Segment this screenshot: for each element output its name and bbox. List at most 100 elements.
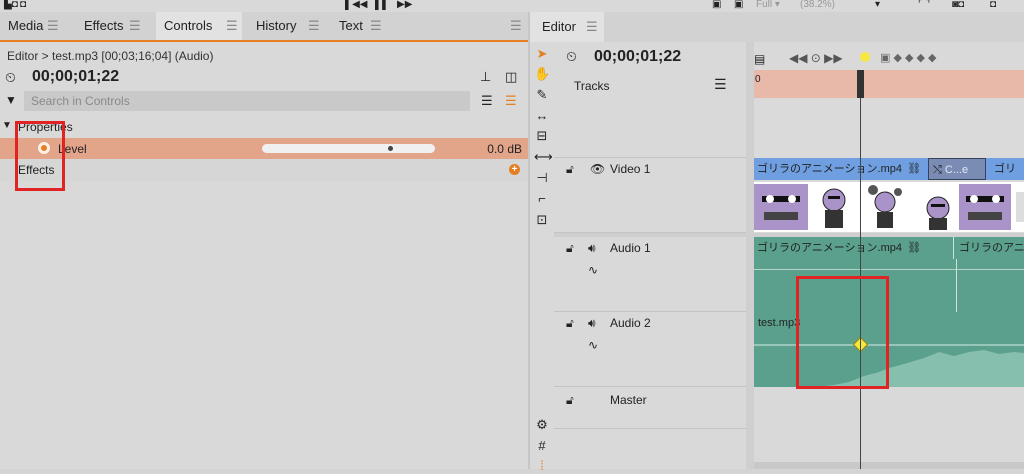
add-effect-icon[interactable]: + — [509, 164, 520, 175]
tab-media[interactable]: Media ☰ — [0, 12, 72, 40]
copy-icon[interactable]: ◙◘ — [952, 0, 964, 10]
empty-track-header — [554, 100, 746, 158]
ripple-tool-icon[interactable]: ↔ — [534, 108, 550, 124]
pin-icon[interactable]: ⊥ — [480, 69, 491, 85]
marker-controls-icons[interactable]: ▣ ◆ ◆ ◆ ◆ — [880, 51, 936, 64]
link-icon[interactable]: ⛓ — [907, 163, 921, 175]
export-icon[interactable]: ◘ — [20, 0, 26, 10]
detail-view-icon[interactable]: ☰ — [505, 93, 517, 109]
audio-waveform — [754, 344, 1024, 387]
zoom-mode-select[interactable]: Full ▾ — [756, 0, 780, 10]
snap-icon[interactable]: ⌜ ⌝ — [918, 0, 930, 10]
lane-audio1[interactable]: ゴリラのアニメーション.mp4 ⛓ ゴリラのアニメ — [754, 237, 1024, 312]
waveform-toggle-icon[interactable]: ∿ — [588, 263, 598, 277]
level-value[interactable]: 0.0 dB — [487, 142, 522, 156]
zoom-mode-value: Full — [756, 0, 773, 10]
pointer-tool-icon[interactable]: ➤ — [534, 46, 550, 62]
settings-icon[interactable]: ⚙ — [534, 417, 550, 433]
tab-controls[interactable]: Controls ☰ — [156, 12, 242, 40]
collapse-arrow-icon[interactable]: ▼ — [2, 120, 12, 131]
track-header-master[interactable]: 🔓︎ Master — [554, 387, 746, 429]
ruler-settings-icon[interactable]: ▤ — [754, 52, 765, 66]
audio-clip[interactable]: ゴリラのアニメーション.mp4 ⛓ — [754, 237, 954, 259]
transition-tool-icon[interactable]: ⌐ — [534, 191, 550, 207]
import-icon[interactable]: ▙◘ — [4, 0, 18, 10]
gorilla-thumbnail — [868, 185, 902, 228]
razor-tool-icon[interactable]: ✎ — [534, 87, 550, 103]
properties-row[interactable]: ▼ Properties — [0, 117, 530, 137]
marker-icon[interactable] — [860, 52, 870, 62]
track-header-scrollbar[interactable] — [746, 42, 754, 469]
track-header-audio2[interactable]: 🔓︎ 🔊︎ Audio 2 ∿ — [554, 312, 746, 387]
editor-timecode[interactable]: 00;00;01;22 — [594, 48, 681, 66]
tab-menu-icon[interactable]: ☰ — [129, 12, 141, 40]
panel-menu-icon[interactable]: ☰ — [510, 18, 522, 34]
effects-row[interactable]: Effects + — [0, 159, 528, 181]
tab-editor[interactable]: Editor ☰ — [530, 12, 604, 42]
ruler-nav-icons[interactable]: ◀◀ ⊙ ▶▶ — [789, 51, 843, 65]
level-row[interactable]: Level 0.0 dB — [0, 138, 528, 159]
ruler-range[interactable]: 0 — [754, 70, 1024, 98]
speaker-icon[interactable]: 🔊︎ — [588, 316, 596, 331]
tracks-menu-icon[interactable]: ☰ — [714, 76, 727, 93]
snap-grid-icon[interactable]: # — [534, 438, 550, 454]
controls-panel: Media ☰ Effects ☰ Controls ☰ History ☰ T… — [0, 12, 530, 469]
hand-tool-icon[interactable]: ✋ — [534, 66, 550, 82]
lock-icon[interactable]: 🔓︎ — [566, 162, 574, 177]
tab-menu-icon[interactable]: ☰ — [370, 12, 382, 40]
slide-tool-icon[interactable]: ⟷ — [534, 149, 553, 165]
lane-audio2[interactable]: test.mp3 — [754, 312, 1024, 387]
more-tools-icon[interactable]: ⁞ — [534, 458, 550, 474]
timeline-ruler[interactable]: ▤ ◀◀ ⊙ ▶▶ ▣ ◆ ◆ ◆ ◆ 0 — [754, 42, 1024, 100]
eye-icon[interactable]: 👁︎ — [590, 162, 605, 176]
editor-tab-bar: Editor ☰ — [530, 12, 1024, 42]
speaker-icon[interactable]: 🔊︎ — [588, 241, 596, 256]
playhead[interactable] — [860, 70, 861, 469]
filter-icon[interactable]: ▼ — [5, 93, 17, 107]
play-pause-icon[interactable]: ▌▌ — [375, 0, 389, 10]
track-name: Video 1 — [610, 162, 651, 176]
current-timecode[interactable]: 00;00;01;22 — [32, 68, 119, 86]
zoom-dropdown-icon[interactable]: ▾ — [875, 0, 880, 10]
tab-menu-icon[interactable]: ☰ — [47, 12, 59, 40]
lane-video1[interactable]: ゴリラのアニメーション.mp4 ⛓ ⤭ C...e ゴリ — [754, 158, 1024, 233]
audio-clip[interactable]: ゴリラのアニメ — [956, 237, 1024, 259]
volume-line[interactable] — [754, 269, 1024, 270]
video-clip[interactable]: ゴリ — [994, 158, 1024, 180]
level-slider-knob[interactable] — [388, 146, 393, 151]
track-header-audio1[interactable]: 🔓︎ 🔊︎ Audio 1 ∿ — [554, 237, 746, 312]
track-header-video1[interactable]: 🔓︎ 👁︎ Video 1 — [554, 158, 746, 233]
list-view-icon[interactable]: ☰ — [481, 93, 493, 109]
waveform-toggle-icon[interactable]: ∿ — [588, 338, 598, 352]
fit-icon[interactable]: ▣ — [712, 0, 721, 10]
link-icon[interactable]: ⛓ — [907, 242, 921, 254]
prev-marker-icon[interactable]: ▌◀◀ — [345, 0, 367, 10]
empty-lane — [754, 100, 1024, 158]
lock-icon[interactable]: 🔓︎ — [566, 393, 574, 408]
tab-menu-icon[interactable]: ☰ — [226, 12, 238, 40]
check-icon[interactable]: ▣ — [734, 0, 743, 10]
tab-effects[interactable]: Effects ☰ — [76, 12, 156, 40]
tab-text[interactable]: Text ☰ — [331, 12, 391, 40]
horizontal-scrollbar[interactable] — [754, 462, 1024, 469]
track-header-filler — [554, 429, 746, 469]
tab-menu-icon[interactable]: ☰ — [586, 12, 598, 42]
lock-icon[interactable]: 🔓︎ — [566, 316, 574, 331]
level-slider[interactable] — [262, 144, 435, 153]
add-tool-icon[interactable]: ⊡ — [534, 212, 550, 228]
transition-clip[interactable]: ⤭ C...e — [928, 158, 986, 180]
split-view-icon[interactable]: ◫ — [505, 69, 517, 85]
tab-media-label: Media — [8, 18, 44, 33]
tab-controls-label: Controls — [164, 18, 213, 33]
paste-icon[interactable]: ◘ — [990, 0, 996, 10]
search-input[interactable]: Search in Controls — [24, 91, 470, 111]
lane-master[interactable] — [754, 387, 1024, 429]
play-icon[interactable]: ▶▶ — [397, 0, 412, 10]
highlight-box — [796, 276, 889, 389]
lock-icon[interactable]: 🔓︎ — [566, 241, 574, 256]
slip-tool-icon[interactable]: ⊟ — [534, 128, 550, 144]
tab-history[interactable]: History ☰ — [248, 12, 330, 40]
playhead-handle[interactable] — [857, 70, 864, 98]
track-select-tool-icon[interactable]: ⊣ — [534, 170, 550, 186]
tab-menu-icon[interactable]: ☰ — [308, 12, 320, 40]
